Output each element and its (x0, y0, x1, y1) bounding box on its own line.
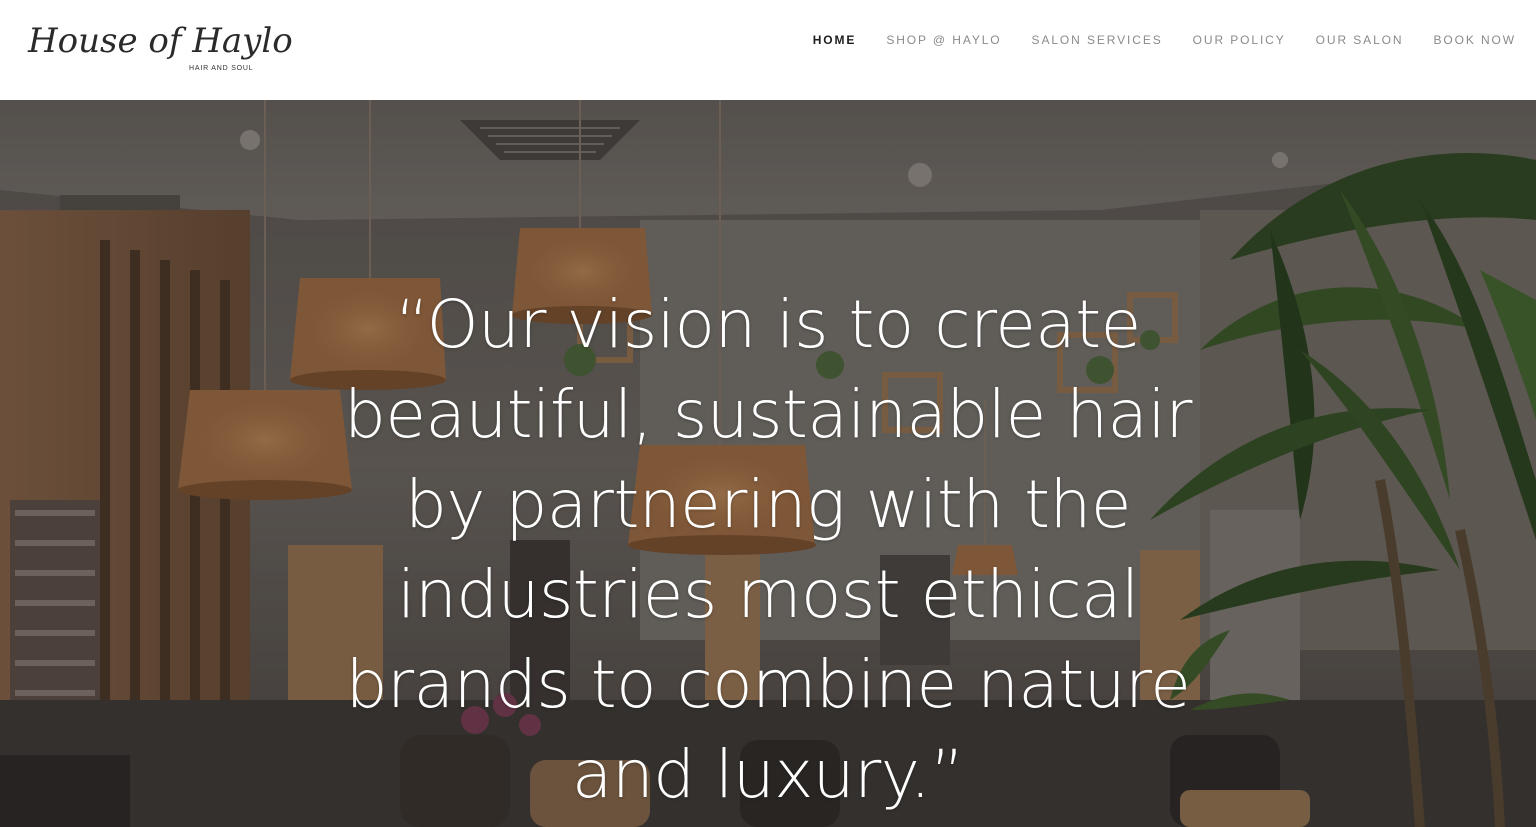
logo-tagline: HAIR AND SOUL (189, 65, 253, 72)
nav-item-book-now[interactable]: BOOK NOW (1433, 33, 1516, 47)
nav-item-salon-services[interactable]: SALON SERVICES (1032, 33, 1163, 47)
logo-text: House of Haylo (27, 21, 293, 61)
nav-item-our-policy[interactable]: OUR POLICY (1193, 33, 1286, 47)
nav-item-home[interactable]: HOME (813, 33, 857, 47)
nav-item-shop[interactable]: SHOP @ HAYLO (886, 33, 1001, 47)
main-nav: HOME SHOP @ HAYLO SALON SERVICES OUR POL… (783, 0, 1516, 80)
logo-wordmark: House of Haylo HAIR AND SOUL (27, 21, 293, 72)
hero-quote: “Our vision is to create beautiful, sust… (344, 286, 1192, 813)
hero-section: “Our vision is to create beautiful, sust… (0, 100, 1536, 827)
site-header: House of Haylo HAIR AND SOUL HOME SHOP @… (0, 0, 1536, 100)
nav-item-our-salon[interactable]: OUR SALON (1316, 33, 1404, 47)
site-logo[interactable]: House of Haylo HAIR AND SOUL (26, 10, 336, 76)
